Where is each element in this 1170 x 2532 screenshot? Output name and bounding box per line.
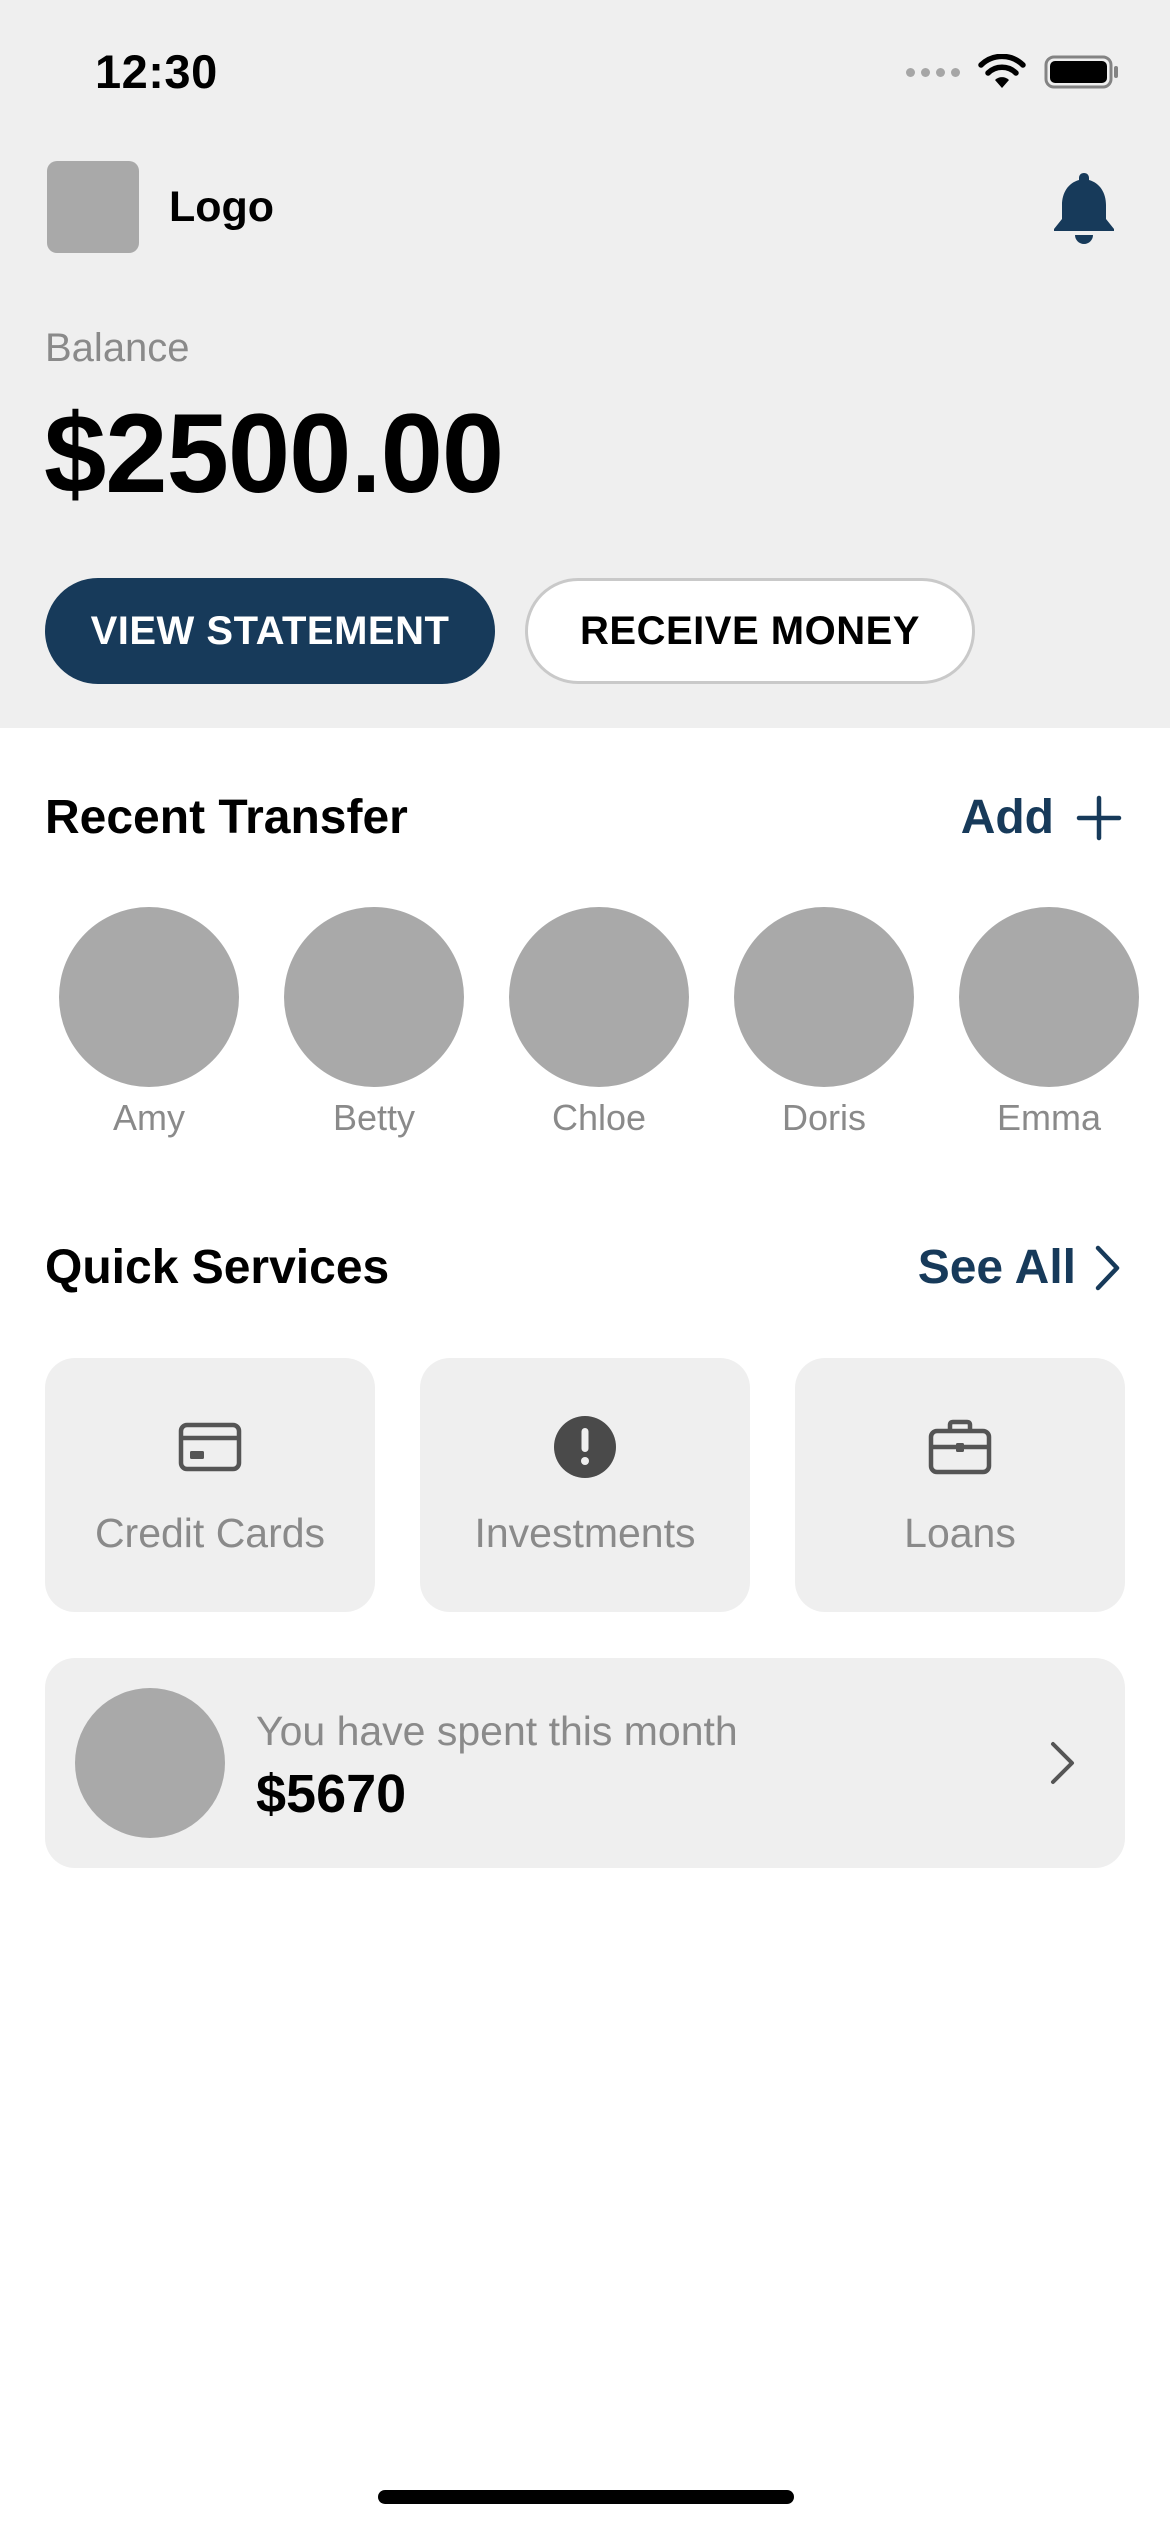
spending-avatar bbox=[75, 1688, 225, 1838]
briefcase-icon bbox=[925, 1412, 995, 1482]
balance-label: Balance bbox=[45, 326, 190, 370]
service-card-investments[interactable]: Investments bbox=[420, 1358, 750, 1612]
home-screen: 12:30 Logo Balance $2500.00 VIEW STATEME… bbox=[0, 0, 1170, 2532]
see-all-label: See All bbox=[917, 1241, 1076, 1294]
service-label: Loans bbox=[904, 1510, 1016, 1556]
chevron-right-icon bbox=[1051, 1742, 1074, 1784]
avatar bbox=[509, 907, 689, 1087]
logo-placeholder bbox=[47, 161, 139, 253]
service-label: Credit Cards bbox=[94, 1510, 326, 1556]
view-statement-button[interactable]: VIEW STATEMENT bbox=[45, 578, 495, 684]
spending-label: You have spent this month bbox=[256, 1708, 738, 1754]
contact-item[interactable]: Chloe bbox=[509, 907, 689, 1139]
service-label: Investments bbox=[474, 1510, 696, 1556]
bell-icon[interactable] bbox=[1048, 169, 1120, 245]
receive-money-button[interactable]: RECEIVE MONEY bbox=[525, 578, 975, 684]
plus-icon bbox=[1076, 795, 1122, 840]
recent-contacts-list: Amy Betty Chloe Doris Emma bbox=[0, 907, 1170, 1147]
balance-amount: $2500.00 bbox=[44, 391, 504, 516]
contact-name: Emma bbox=[996, 1097, 1101, 1138]
spending-amount: $5670 bbox=[256, 1764, 407, 1824]
contact-item[interactable]: Amy bbox=[59, 907, 239, 1139]
contact-name: Doris bbox=[781, 1097, 866, 1138]
battery-icon bbox=[1044, 55, 1118, 89]
monthly-spending-card[interactable]: You have spent this month $5670 bbox=[45, 1658, 1125, 1868]
status-bar-time: 12:30 bbox=[95, 45, 218, 98]
credit-card-icon bbox=[175, 1412, 245, 1482]
service-card-loans[interactable]: Loans bbox=[795, 1358, 1125, 1612]
contact-name: Amy bbox=[113, 1097, 185, 1138]
add-label: Add bbox=[960, 791, 1054, 844]
recent-transfer-title: Recent Transfer bbox=[45, 791, 408, 844]
quick-services-title: Quick Services bbox=[45, 1241, 390, 1294]
status-bar-icons bbox=[906, 52, 1120, 92]
cellular-signal-icon bbox=[906, 67, 960, 77]
contact-name: Chloe bbox=[551, 1097, 647, 1138]
home-indicator[interactable] bbox=[378, 2490, 794, 2504]
service-card-credit-cards[interactable]: Credit Cards bbox=[45, 1358, 375, 1612]
add-transfer-button[interactable]: Add bbox=[961, 790, 1122, 845]
chevron-right-icon bbox=[1095, 1245, 1120, 1290]
avatar bbox=[734, 907, 914, 1087]
contact-item[interactable]: Emma bbox=[959, 907, 1139, 1139]
wifi-icon bbox=[978, 54, 1026, 88]
logo-label: Logo bbox=[169, 183, 275, 231]
see-all-button[interactable]: See All bbox=[918, 1240, 1122, 1295]
avatar bbox=[284, 907, 464, 1087]
contact-item[interactable]: Doris bbox=[734, 907, 914, 1139]
balance-header-area: 12:30 Logo Balance $2500.00 VIEW STATEME… bbox=[0, 0, 1170, 728]
contact-name: Betty bbox=[332, 1097, 416, 1138]
contact-item[interactable]: Betty bbox=[284, 907, 464, 1139]
avatar bbox=[959, 907, 1139, 1087]
exclamation-circle-icon bbox=[550, 1412, 620, 1482]
avatar bbox=[59, 907, 239, 1087]
